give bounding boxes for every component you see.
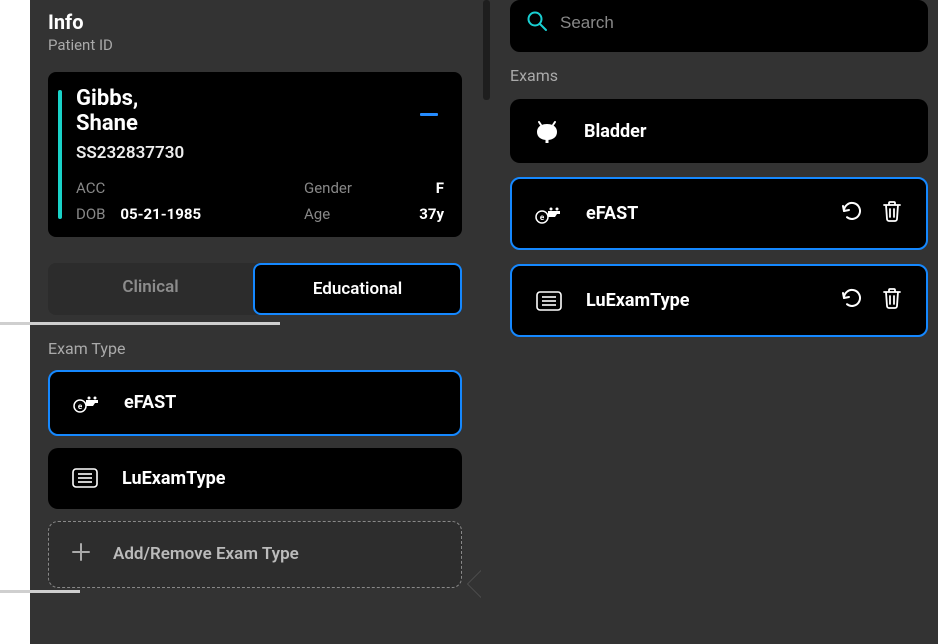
minus-icon (420, 113, 438, 117)
exam-efast-label: eFAST (586, 203, 638, 224)
exam-type-luexamtype[interactable]: LuExamType (48, 448, 462, 509)
exams-label: Exams (510, 66, 928, 85)
segmented-toggle: Clinical Educational (48, 263, 462, 315)
age-label: Age (304, 205, 394, 223)
plus-icon (71, 542, 91, 567)
gender-value: F (394, 179, 444, 197)
tab-clinical[interactable]: Clinical (48, 263, 253, 315)
exam-efast[interactable]: e eFAST (510, 177, 928, 250)
dob-value: 05-21-1985 (120, 205, 201, 223)
exam-bladder[interactable]: Bladder (510, 99, 928, 163)
exam-type-efast[interactable]: e eFAST (48, 370, 462, 436)
exam-bladder-label: Bladder (584, 121, 646, 142)
exam-luexamtype[interactable]: LuExamType (510, 264, 928, 337)
search-box[interactable] (510, 0, 928, 52)
undo-icon[interactable] (840, 199, 864, 228)
info-panel: Info Patient ID Gibbs, Shane SS232837730 (30, 0, 480, 644)
patient-id-label: Patient ID (48, 36, 462, 54)
dob-label: DOB (76, 205, 106, 223)
tab-educational[interactable]: Educational (253, 263, 462, 315)
exam-luexamtype-label: LuExamType (586, 290, 690, 311)
search-input[interactable] (560, 13, 912, 33)
panel-arrow-notch (468, 570, 482, 598)
ambulance-e-icon: e (72, 392, 102, 414)
patient-card[interactable]: Gibbs, Shane SS232837730 ACC Gender F DO… (48, 72, 462, 237)
patient-accent-bar (58, 90, 62, 219)
dob-row: DOB 05-21-1985 (76, 205, 304, 223)
add-remove-exam-type-label: Add/Remove Exam Type (113, 544, 299, 564)
acc-label: ACC (76, 179, 304, 197)
info-heading: Info (48, 10, 462, 34)
gender-label: Gender (304, 179, 394, 197)
svg-text:e: e (540, 213, 545, 222)
patient-name: Gibbs, Shane (76, 86, 138, 137)
annotation-line-1 (0, 322, 280, 325)
svg-text:e: e (78, 402, 83, 411)
exams-panel: Exams Bladder e (480, 0, 938, 644)
exam-type-efast-label: eFAST (124, 392, 176, 413)
exam-type-luexamtype-label: LuExamType (122, 468, 226, 489)
list-box-icon (534, 291, 564, 311)
collapse-button[interactable] (414, 96, 444, 124)
add-remove-exam-type-button[interactable]: Add/Remove Exam Type (48, 521, 462, 588)
exam-type-label: Exam Type (48, 339, 462, 358)
patient-id-value: SS232837730 (76, 143, 444, 163)
trash-icon[interactable] (880, 199, 904, 228)
bladder-icon (532, 119, 562, 143)
list-box-icon (70, 468, 100, 488)
search-icon (526, 10, 548, 36)
ambulance-e-icon: e (534, 203, 564, 225)
age-value: 37y (394, 205, 444, 223)
annotation-line-2 (0, 590, 80, 593)
undo-icon[interactable] (840, 286, 864, 315)
trash-icon[interactable] (880, 286, 904, 315)
